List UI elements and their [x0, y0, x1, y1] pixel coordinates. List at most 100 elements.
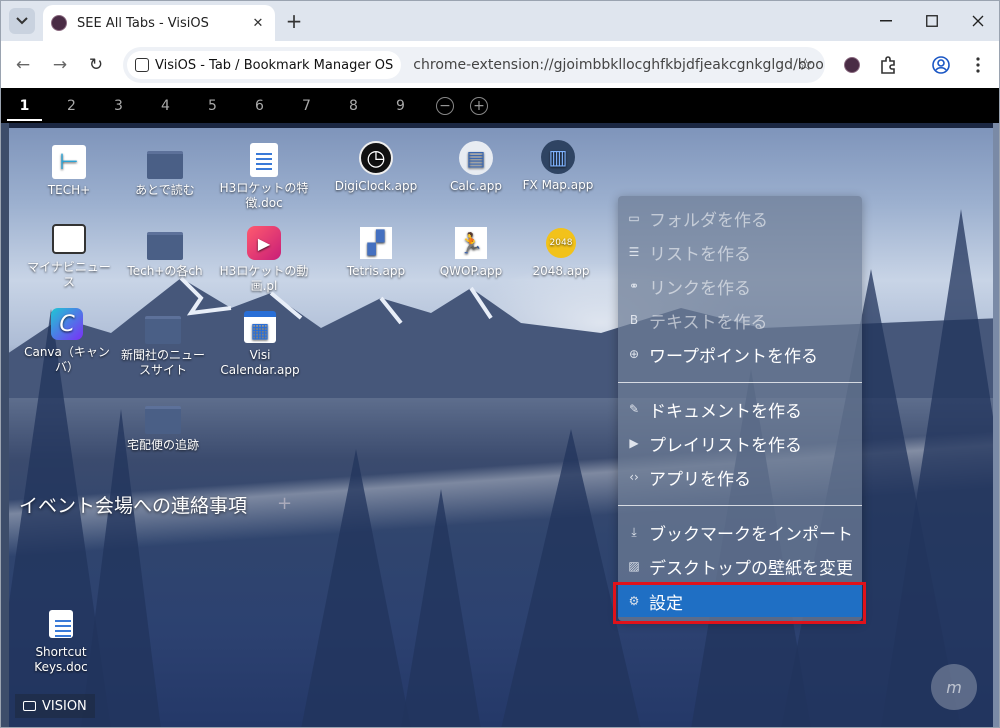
vision-taskbar-button[interactable]: VISION: [15, 694, 95, 718]
download-icon: ⤓: [631, 524, 637, 539]
page-tab-9[interactable]: 9: [377, 88, 424, 123]
desktop-folder-newspapers[interactable]: 新聞社のニュースサイト: [117, 309, 209, 378]
edit-icon: ✎: [628, 402, 640, 416]
profile-icon: [932, 56, 950, 74]
mynavi-logo-icon: [51, 221, 87, 257]
menu-change-wallpaper[interactable]: ▨ デスクトップの壁紙を変更: [618, 550, 862, 582]
folder-icon: ▭: [628, 211, 640, 225]
desktop-folder-techplus-ch[interactable]: Tech+の各ch: [122, 225, 208, 279]
desktop-icon-mynavi-news[interactable]: マイナビニュース: [26, 221, 112, 290]
visios-favicon-icon: [51, 15, 67, 31]
page-tab-5[interactable]: 5: [189, 88, 236, 123]
desktop-icon-label: Tech+の各ch: [127, 264, 203, 278]
taskbar-label: VISION: [42, 698, 87, 714]
folder-icon: [147, 225, 183, 261]
desktop-doc-h3-features[interactable]: H3ロケットの特徴.doc: [219, 142, 309, 211]
menu-create-app[interactable]: ‹› アプリを作る: [618, 461, 862, 493]
reload-button[interactable]: ↻: [83, 52, 109, 78]
address-bar[interactable]: VisiOS - Tab / Bookmark Manager OS chrom…: [123, 47, 825, 83]
desktop-app-visi-calendar[interactable]: ▦ Visi Calendar.app: [215, 309, 305, 378]
folder-icon: [145, 309, 181, 345]
browser-menu-button[interactable]: [967, 54, 989, 76]
desktop-icon-techplus[interactable]: ⊢ TECH+: [26, 144, 112, 198]
fx-chart-icon: ▥: [540, 139, 576, 175]
menu-create-list[interactable]: ☰ リストを作る: [618, 236, 862, 268]
qwop-runner-icon: 🏃: [453, 225, 489, 261]
desktop-playlist-h3-video[interactable]: ▶ H3ロケットの動画.pl: [219, 225, 309, 294]
kebab-menu-icon: [976, 57, 980, 73]
menu-create-playlist[interactable]: ▶ プレイリストを作る: [618, 427, 862, 459]
document-icon: [246, 142, 282, 178]
desktop-icon-label: H3ロケットの動画.pl: [219, 264, 309, 293]
desktop-app-digiclock[interactable]: ◷ DigiClock.app: [333, 140, 419, 194]
menu-create-link[interactable]: ⚭ リンクを作る: [618, 270, 862, 302]
link-icon: ⚭: [628, 279, 640, 293]
add-page-button[interactable]: +: [470, 96, 488, 115]
active-tab[interactable]: SEE All Tabs - VisiOS ✕: [43, 5, 275, 41]
tab-search-button[interactable]: [9, 8, 35, 34]
desktop-icon-label: TECH+: [47, 183, 91, 197]
back-button[interactable]: ←: [10, 52, 36, 78]
maximize-icon: [926, 15, 938, 27]
tab-strip: SEE All Tabs - VisiOS ✕ +: [1, 1, 999, 41]
close-window-button[interactable]: [955, 1, 999, 41]
desktop-folder-later[interactable]: あとで読む: [122, 144, 208, 198]
tetris-icon: ▞: [358, 225, 394, 261]
menu-separator: [618, 505, 862, 506]
page-tab-8[interactable]: 8: [330, 88, 377, 123]
desktop-doc-shortcut-keys[interactable]: Shortcut Keys.doc: [18, 606, 104, 675]
desktop-app-qwop[interactable]: 🏃 QWOP.app: [428, 225, 514, 279]
page-tab-1[interactable]: 1: [1, 88, 48, 123]
new-tab-button[interactable]: +: [283, 9, 305, 33]
desktop-app-2048[interactable]: 2048 2048.app: [518, 225, 604, 279]
section-add-button[interactable]: +: [277, 493, 292, 514]
page-tab-2[interactable]: 2: [48, 88, 95, 123]
menu-create-warp-point[interactable]: ⊕ ワープポイントを作る: [618, 338, 862, 370]
maximize-button[interactable]: [909, 1, 955, 41]
remove-page-button[interactable]: −: [436, 96, 454, 115]
extensions-button[interactable]: [877, 54, 899, 76]
minimize-button[interactable]: [863, 1, 909, 41]
menu-create-text[interactable]: B テキストを作る: [618, 304, 862, 336]
desktop-icon-label: DigiClock.app: [334, 179, 418, 193]
page-frame-left: [1, 123, 9, 727]
tab-close-icon[interactable]: ✕: [249, 14, 267, 32]
site-info-chip[interactable]: VisiOS - Tab / Bookmark Manager OS: [127, 51, 402, 79]
page-tab-3[interactable]: 3: [95, 88, 142, 123]
desktop-icon-label: FX Map.app: [522, 178, 594, 192]
menu-import-bookmarks[interactable]: ⤓ ブックマークをインポート: [618, 516, 862, 548]
desktop-icon-label: 新聞社のニュースサイト: [120, 348, 205, 377]
close-icon: [972, 15, 984, 27]
browser-window: SEE All Tabs - VisiOS ✕ + ← → ↻ VisiOS -…: [0, 0, 1000, 728]
play-icon: ▶: [629, 436, 639, 450]
bold-icon: B: [629, 313, 639, 327]
visios-extension-button[interactable]: [841, 54, 863, 76]
visios-extension-icon: [844, 57, 860, 73]
visios-page: 1 2 3 4 5 6 7 8 9 − + ⊢ TECH+ あとで読む H3ロケ…: [1, 88, 999, 727]
avatar[interactable]: m: [931, 664, 977, 710]
bookmark-star-icon[interactable]: ☆: [798, 55, 813, 75]
calculator-icon: ▤: [458, 140, 494, 176]
minimize-icon: [880, 20, 892, 22]
page-tab-4[interactable]: 4: [142, 88, 189, 123]
menu-create-document[interactable]: ✎ ドキュメントを作る: [618, 393, 862, 425]
techplus-logo-icon: ⊢: [51, 144, 87, 180]
desktop-icon-label: 2048.app: [532, 264, 590, 278]
desktop-app-tetris[interactable]: ▞ Tetris.app: [333, 225, 419, 279]
window-icon: [23, 701, 36, 711]
desktop-app-fxmap[interactable]: ▥ FX Map.app: [515, 139, 601, 193]
profile-button[interactable]: [930, 54, 952, 76]
chevron-down-icon: [16, 17, 28, 25]
desktop-icon-label: あとで読む: [135, 183, 195, 197]
desktop-app-calc[interactable]: ▤ Calc.app: [433, 140, 519, 194]
page-tab-7[interactable]: 7: [283, 88, 330, 123]
puzzle-icon: [881, 56, 895, 74]
desktop-folder-delivery-tracking[interactable]: 宅配便の追跡: [119, 399, 207, 453]
desktop-icon-canva[interactable]: C Canva（キャンバ）: [22, 306, 112, 375]
desktop-context-menu: ▭ フォルダを作る ☰ リストを作る ⚭ リンクを作る B テキストを作る ⊕ ワープポイ…: [618, 196, 862, 621]
forward-button[interactable]: →: [47, 52, 73, 78]
menu-create-folder[interactable]: ▭ フォルダを作る: [618, 202, 862, 234]
page-tab-6[interactable]: 6: [236, 88, 283, 123]
video-playlist-icon: ▶: [246, 225, 282, 261]
globe-icon: ⊕: [628, 347, 640, 361]
